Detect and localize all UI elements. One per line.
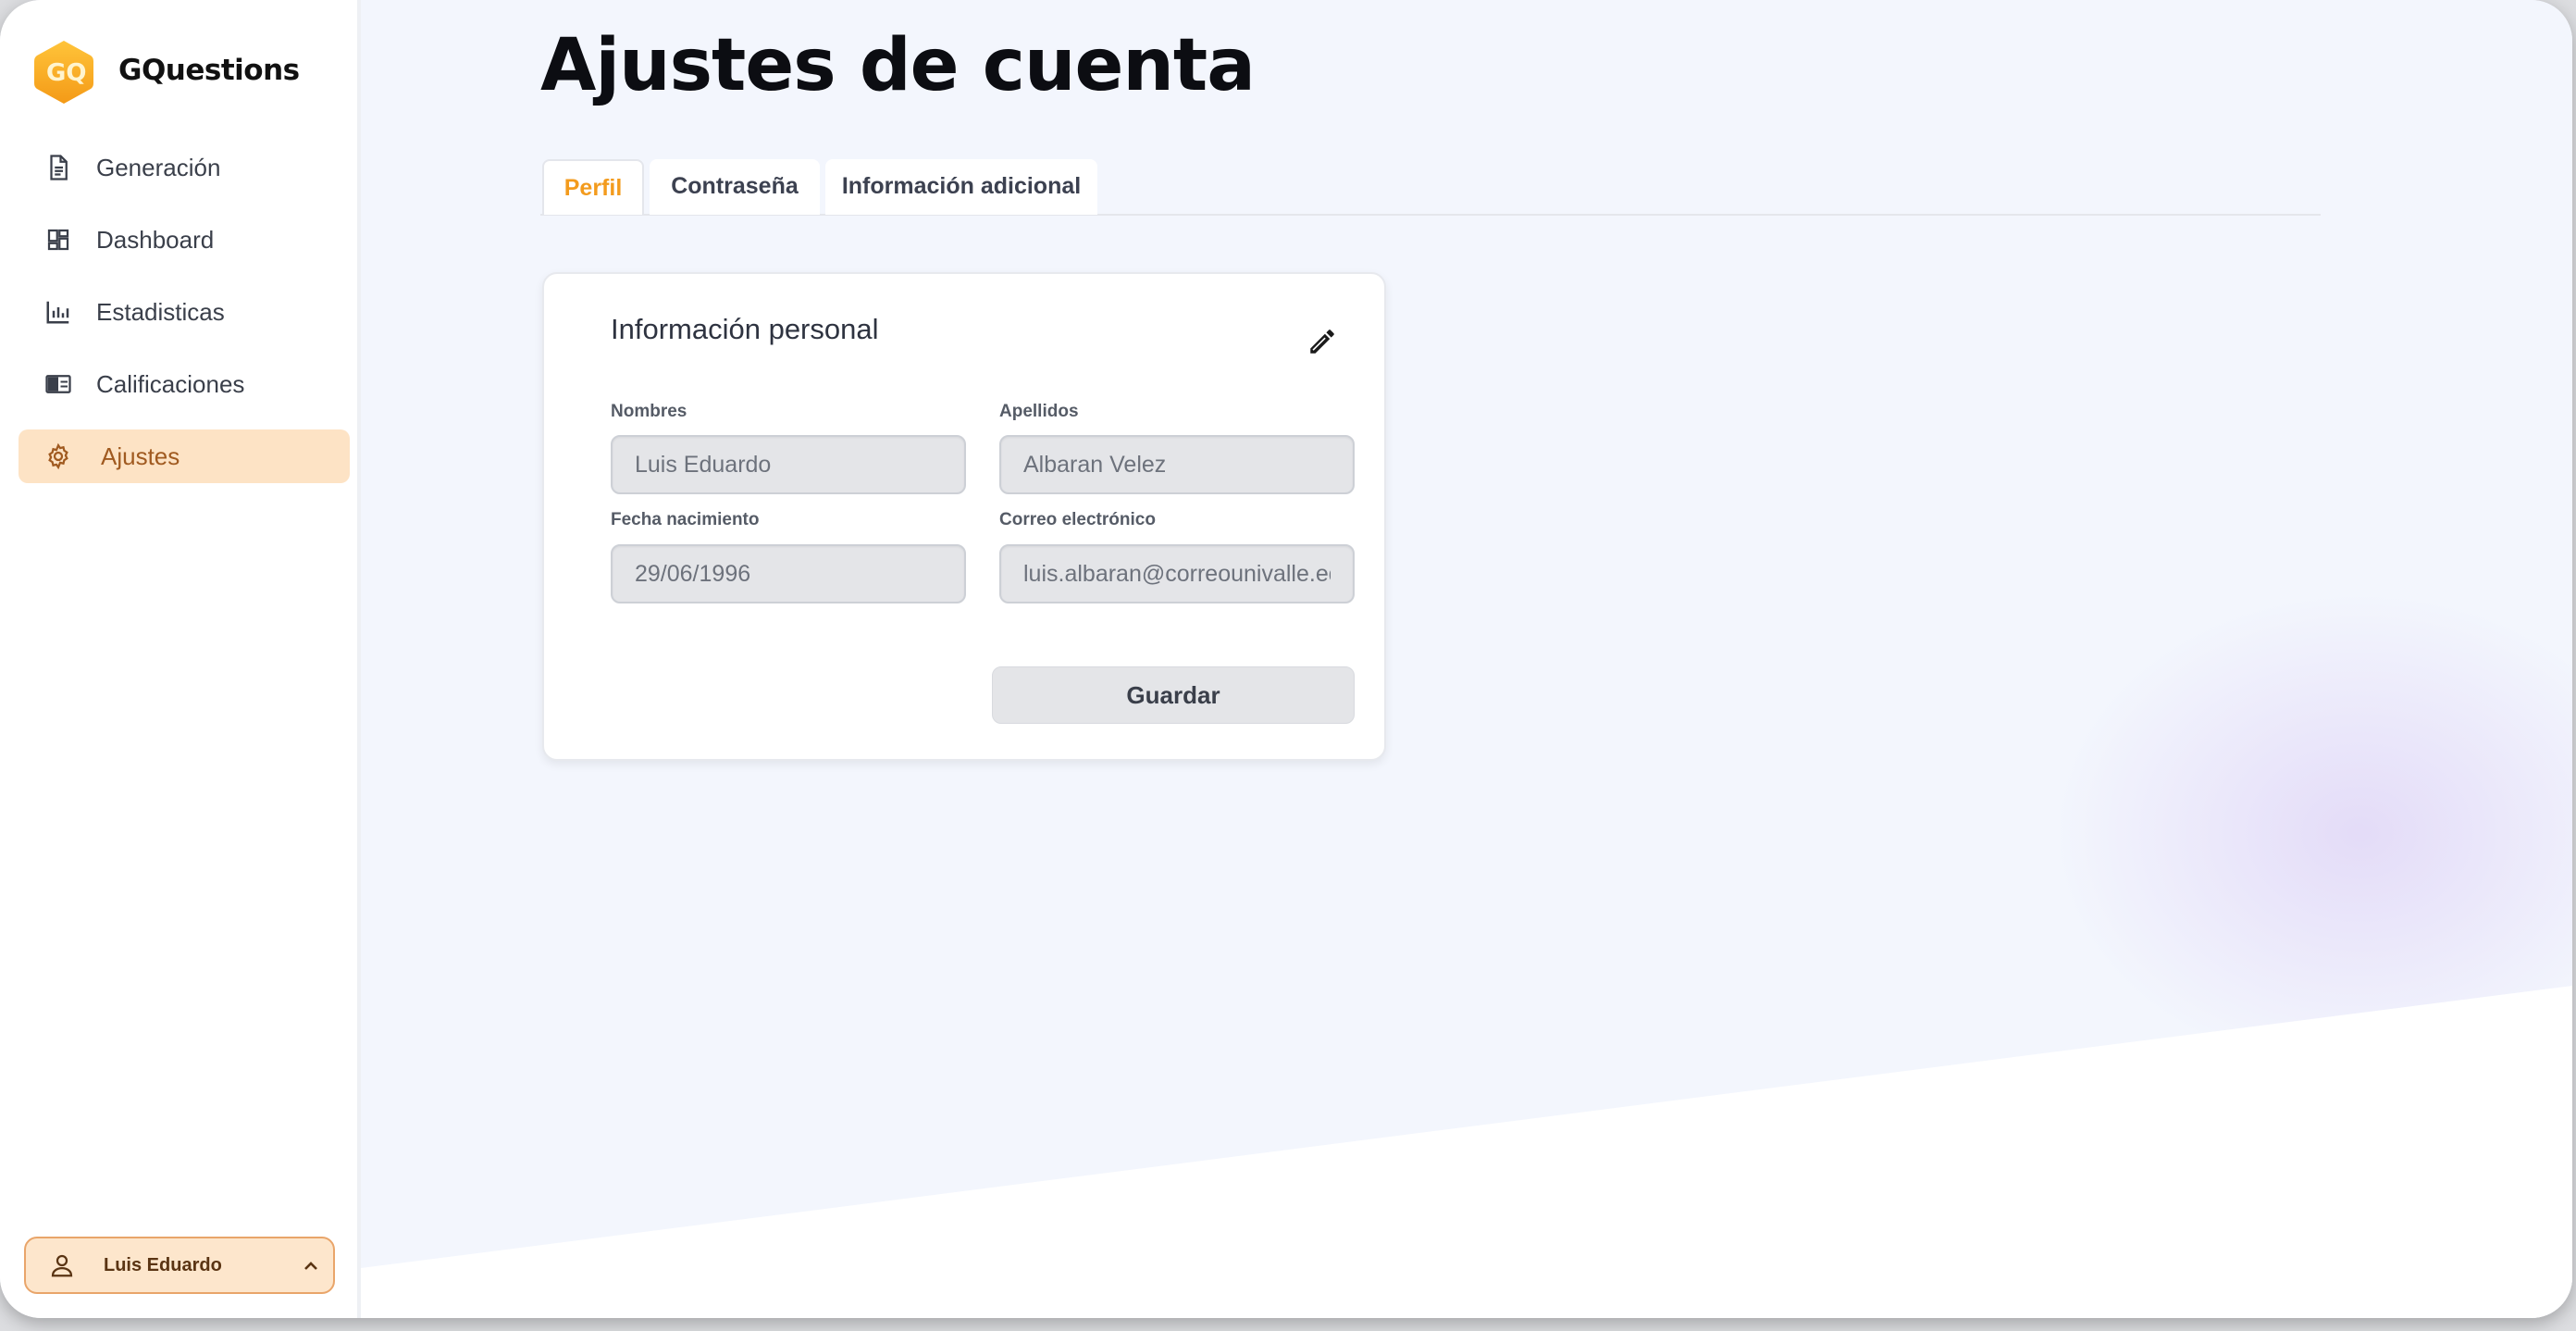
sidebar-item-ajustes[interactable]: Ajustes xyxy=(19,429,350,483)
chevron-up-icon xyxy=(304,1262,317,1270)
tab-contrasena[interactable]: Contraseña xyxy=(650,159,820,215)
brand-name[interactable]: GQuestions xyxy=(118,54,300,87)
edit-pencil-icon[interactable] xyxy=(1307,326,1338,357)
nombres-label: Nombres xyxy=(611,402,687,421)
bar-chart-icon xyxy=(46,301,69,324)
user-menu-button[interactable]: Luis Eduardo xyxy=(24,1237,335,1294)
tab-informacion-adicional[interactable]: Información adicional xyxy=(825,159,1097,215)
sidebar-item-dashboard[interactable]: Dashboard xyxy=(19,213,350,267)
personal-info-card: Información personal Nombres Apellidos F… xyxy=(542,272,1386,761)
sidebar-item-calificaciones[interactable]: Calificaciones xyxy=(19,357,350,411)
user-name: Luis Eduardo xyxy=(104,1255,222,1275)
fecha-nacimiento-field[interactable] xyxy=(611,544,966,603)
sidebar: GQ GQuestions Generación Dashboard Estad… xyxy=(0,0,361,1318)
user-icon xyxy=(51,1254,73,1277)
apellidos-field[interactable] xyxy=(999,435,1355,494)
tab-perfil[interactable]: Perfil xyxy=(542,159,644,215)
email-field[interactable] xyxy=(999,544,1355,603)
sidebar-item-label: Generación xyxy=(96,154,221,181)
fecha-nacimiento-label: Fecha nacimiento xyxy=(611,510,760,529)
sidebar-item-estadisticas[interactable]: Estadisticas xyxy=(19,285,350,339)
correo-label: Correo electrónico xyxy=(999,510,1156,529)
grades-icon xyxy=(45,375,71,393)
sidebar-item-label: Ajustes xyxy=(101,442,180,470)
sidebar-item-generacion[interactable]: Generación xyxy=(19,141,350,194)
apellidos-label: Apellidos xyxy=(999,402,1079,421)
card-title: Información personal xyxy=(611,313,879,345)
sidebar-item-label: Dashboard xyxy=(96,226,215,254)
sidebar-item-label: Estadisticas xyxy=(96,298,225,326)
logo-text: GQ xyxy=(46,59,87,87)
document-icon xyxy=(50,155,68,180)
app-window: GQ GQuestions Generación Dashboard Estad… xyxy=(0,0,2572,1318)
sidebar-item-label: Calificaciones xyxy=(96,370,245,398)
nombres-field[interactable] xyxy=(611,435,966,494)
dashboard-icon xyxy=(47,229,69,251)
page-title: Ajustes de cuenta xyxy=(540,24,1256,107)
gear-icon xyxy=(48,442,68,470)
save-button[interactable]: Guardar xyxy=(992,666,1355,724)
